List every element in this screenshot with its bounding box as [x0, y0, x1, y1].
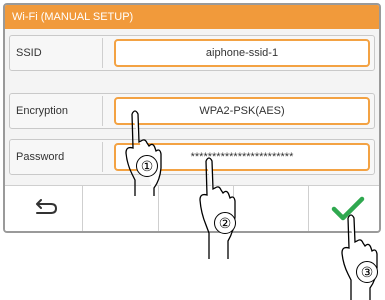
hand-pointer-icon	[199, 157, 236, 259]
toolbar-blank-button[interactable]	[234, 186, 309, 231]
window-title: Wi-Fi (MANUAL SETUP)	[5, 5, 379, 29]
hand-pointer-2	[192, 155, 242, 260]
back-arrow-icon	[36, 199, 58, 214]
encryption-row: Encryption WPA2-PSK(AES)	[9, 93, 375, 129]
callout-2: ②	[214, 212, 236, 234]
callout-3: ③	[356, 261, 378, 283]
hand-pointer-icon	[341, 214, 378, 300]
hand-pointer-3	[334, 212, 384, 300]
hand-pointer-icon	[125, 110, 162, 196]
hand-pointer-1	[118, 108, 168, 198]
back-button[interactable]	[5, 186, 83, 231]
encryption-label: Encryption	[16, 105, 68, 117]
row-divider	[102, 142, 103, 172]
row-divider	[102, 38, 103, 68]
row-divider	[102, 96, 103, 126]
ssid-row: SSID aiphone-ssid-1	[9, 35, 375, 71]
ssid-field[interactable]: aiphone-ssid-1	[114, 39, 370, 67]
ssid-label: SSID	[16, 47, 42, 59]
callout-1: ①	[136, 155, 158, 177]
password-label: Password	[16, 151, 65, 163]
